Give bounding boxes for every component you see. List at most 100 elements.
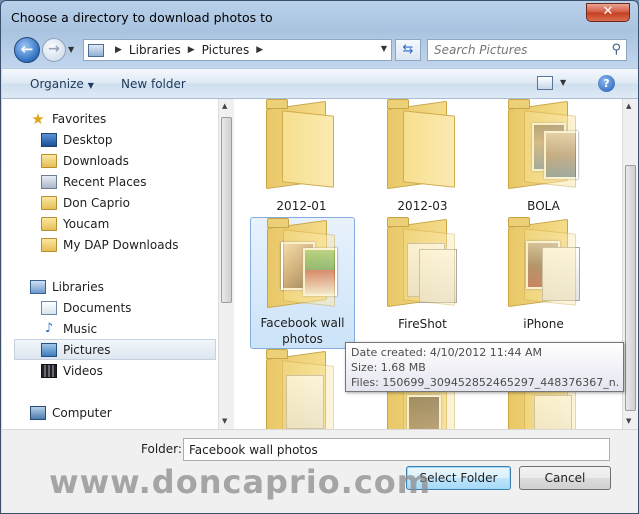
nav-item-label: Recent Places	[63, 174, 147, 189]
back-button[interactable]: ←	[14, 37, 40, 63]
library-icon	[88, 43, 104, 57]
navigation-scrollbar[interactable]: ▲ ▼	[218, 99, 234, 429]
folder-icon	[262, 99, 340, 190]
search-icon[interactable]: ⚲	[611, 42, 621, 57]
folder-icon	[41, 237, 57, 252]
folder-label: BOLA	[527, 199, 560, 213]
breadcrumb-separator-icon[interactable]: ▶	[256, 45, 263, 55]
watermark: www.doncaprio.com	[49, 463, 432, 501]
nav-item-documents[interactable]: Documents	[41, 297, 211, 318]
nav-favorites[interactable]: ★ Favorites	[30, 108, 210, 129]
folder-item[interactable]: BOLA	[492, 99, 597, 231]
breadcrumb-libraries[interactable]: Libraries	[129, 43, 181, 57]
folder-item[interactable]: FireShot	[371, 217, 476, 349]
nav-item-videos[interactable]: Videos	[41, 360, 211, 381]
refresh-icon: ⇆	[402, 42, 414, 57]
nav-item-label: Don Caprio	[63, 195, 130, 210]
nav-item-label: Videos	[63, 363, 103, 378]
refresh-button[interactable]: ⇆	[395, 39, 421, 61]
nav-item-desktop[interactable]: Desktop	[41, 129, 211, 150]
view-options-dropdown-icon[interactable]: ▼	[560, 78, 566, 87]
scroll-up-icon[interactable]: ▲	[626, 102, 631, 110]
organize-label: Organize	[30, 77, 84, 91]
help-icon[interactable]: ?	[598, 75, 615, 92]
folder-icon	[504, 217, 582, 308]
title-bar[interactable]: Choose a directory to download photos to…	[1, 1, 638, 33]
scroll-down-icon[interactable]: ▼	[626, 417, 631, 425]
address-dropdown-icon[interactable]: ▼	[381, 44, 387, 53]
nav-item-youcam[interactable]: Youcam	[41, 213, 211, 234]
libraries-icon	[30, 279, 46, 294]
search-input[interactable]	[428, 40, 598, 60]
pane-splitter[interactable]	[234, 99, 241, 429]
nav-item-label: Youcam	[63, 216, 110, 231]
dialog-footer: Folder: Select Folder Cancel www.doncapr…	[2, 429, 638, 513]
folder-item[interactable]: iPhone	[492, 217, 597, 349]
nav-item-label: Pictures	[63, 342, 111, 357]
nav-item-my-dap-downloads[interactable]: My DAP Downloads	[41, 234, 211, 255]
window-title: Choose a directory to download photos to	[11, 10, 273, 25]
address-bar[interactable]: ▶ Libraries ▶ Pictures ▶ ▼	[83, 39, 392, 61]
folder-item[interactable]: 2012-01	[250, 99, 355, 231]
change-view-icon[interactable]	[537, 76, 553, 90]
nav-favorites-label: Favorites	[52, 111, 107, 126]
breadcrumb-separator-icon[interactable]: ▶	[115, 45, 122, 55]
folder-icon	[263, 218, 341, 309]
nav-item-label: Desktop	[63, 132, 113, 147]
back-arrow-icon: ←	[20, 40, 34, 58]
folder-icon	[504, 99, 582, 190]
navigation-bar: ← → ▼ ▶ Libraries ▶ Pictures ▶ ▼ ⇆ ⚲	[1, 35, 638, 65]
scrollbar-thumb[interactable]	[221, 117, 232, 303]
nav-item-don-caprio[interactable]: Don Caprio	[41, 192, 211, 213]
folder-label: FireShot	[398, 317, 447, 331]
new-folder-button[interactable]: New folder	[121, 77, 186, 91]
chevron-down-icon: ▼	[87, 81, 94, 90]
breadcrumb-separator-icon[interactable]: ▶	[188, 45, 195, 55]
search-box[interactable]: ⚲	[427, 39, 627, 61]
dialog-window: Choose a directory to download photos to…	[0, 0, 639, 514]
folder-name-input[interactable]	[183, 438, 610, 461]
cancel-button[interactable]: Cancel	[519, 466, 611, 490]
star-icon: ★	[31, 109, 45, 128]
breadcrumb-pictures[interactable]: Pictures	[202, 43, 250, 57]
folder-icon	[383, 217, 461, 308]
pictures-icon	[41, 342, 57, 357]
folder-icon	[41, 195, 57, 210]
music-note-icon: ♪	[44, 320, 54, 336]
nav-item-downloads[interactable]: Downloads	[41, 150, 211, 171]
folder-icon	[41, 216, 57, 231]
close-button[interactable]: ✕	[586, 3, 630, 22]
close-icon: ✕	[602, 4, 614, 19]
documents-icon	[41, 300, 57, 315]
desktop-icon	[41, 132, 57, 147]
folder-grid-scrollbar[interactable]: ▲ ▼	[622, 99, 638, 429]
folder-label: 2012-01	[276, 199, 327, 213]
scroll-down-icon[interactable]: ▼	[222, 417, 227, 425]
folder-info-tooltip: Date created: 4/10/2012 11:44 AM Size: 1…	[345, 342, 624, 392]
scrollbar-thumb[interactable]	[625, 165, 636, 411]
organize-button[interactable]: Organize ▼	[30, 77, 94, 91]
tooltip-size: Size: 1.68 MB	[351, 361, 426, 374]
tooltip-files: Files: 150699_309452852465297_448376367_…	[351, 376, 618, 389]
nav-item-label: My DAP Downloads	[63, 237, 179, 252]
folder-field-label: Folder:	[141, 442, 182, 456]
folder-label: iPhone	[523, 317, 564, 331]
folder-item[interactable]: 2012-03	[371, 99, 476, 231]
folder-item-selected[interactable]: Facebook wall photos	[250, 217, 355, 349]
folder-label: Facebook wall photos	[260, 316, 345, 346]
nav-item-recent-places[interactable]: Recent Places	[41, 171, 211, 192]
nav-item-music[interactable]: ♪ Music	[41, 318, 211, 339]
tooltip-date-created: Date created: 4/10/2012 11:44 AM	[351, 346, 543, 359]
scroll-up-icon[interactable]: ▲	[222, 102, 227, 110]
recent-pages-dropdown-icon[interactable]: ▼	[68, 45, 74, 54]
nav-computer[interactable]: Computer	[30, 402, 210, 423]
nav-item-pictures[interactable]: Pictures	[14, 339, 216, 360]
computer-icon	[30, 405, 46, 420]
forward-button[interactable]: →	[42, 38, 66, 62]
folder-icon	[383, 99, 461, 190]
nav-item-label: Documents	[63, 300, 132, 315]
navigation-pane: ★ Favorites Desktop Downloads Recent Plac…	[2, 99, 218, 429]
folder-item[interactable]	[250, 349, 355, 429]
nav-libraries[interactable]: Libraries	[30, 276, 210, 297]
videos-icon	[41, 363, 57, 378]
